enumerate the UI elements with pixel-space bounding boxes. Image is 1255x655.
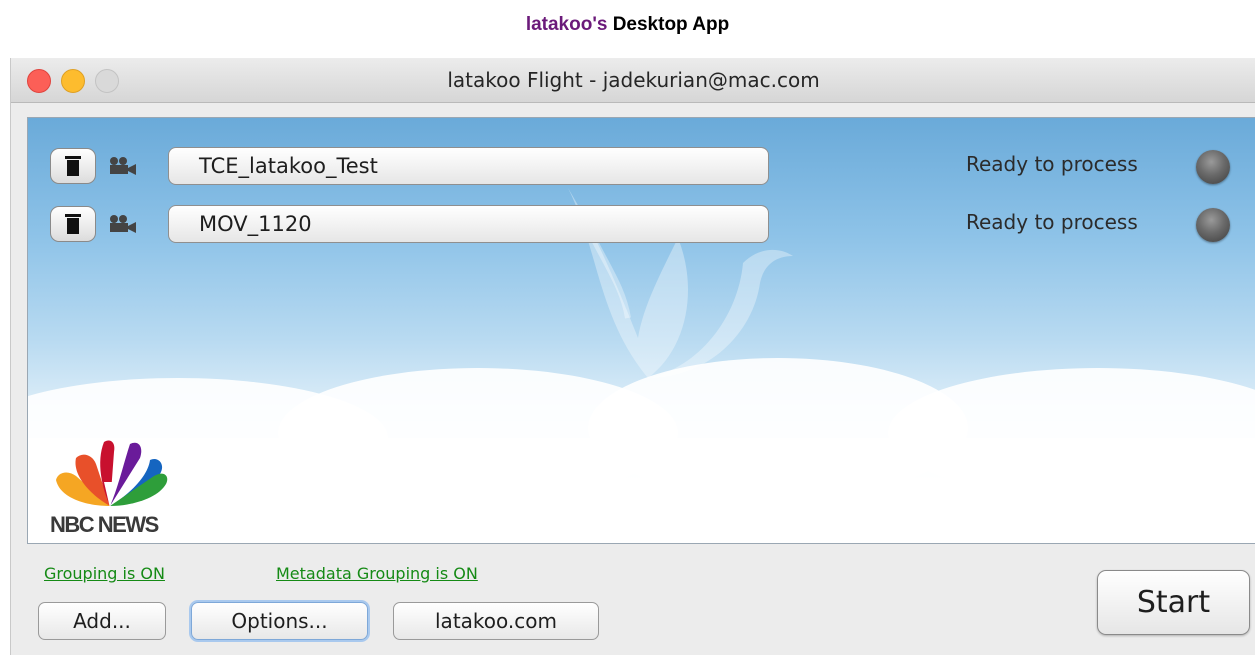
- file-list-panel: TCE_latakoo_Test Ready to process MOV_11…: [27, 117, 1255, 544]
- trash-icon: [65, 156, 81, 176]
- delete-file-button[interactable]: [50, 206, 96, 242]
- file-row: TCE_latakoo_Test Ready to process: [28, 147, 1255, 188]
- file-name-field[interactable]: TCE_latakoo_Test: [168, 147, 769, 185]
- status-indicator-icon: [1196, 150, 1230, 184]
- page-heading: latakoo's Desktop App: [0, 14, 1255, 36]
- video-camera-icon: [110, 157, 136, 175]
- nbc-news-logo-text: NBC NEWS: [50, 512, 159, 537]
- metadata-grouping-toggle-link[interactable]: Metadata Grouping is ON: [276, 564, 478, 583]
- app-window: latakoo Flight - jadekurian@mac.com TCE_…: [10, 58, 1255, 655]
- file-status: Ready to process: [966, 210, 1138, 234]
- add-button[interactable]: Add...: [38, 602, 166, 640]
- window-title: latakoo Flight - jadekurian@mac.com: [447, 68, 820, 92]
- delete-file-button[interactable]: [50, 148, 96, 184]
- video-camera-icon: [110, 215, 136, 233]
- trash-icon: [65, 214, 81, 234]
- file-name-field[interactable]: MOV_1120: [168, 205, 769, 243]
- grouping-toggle-link[interactable]: Grouping is ON: [44, 564, 165, 583]
- heading-rest: Desktop App: [612, 14, 730, 35]
- file-row: MOV_1120 Ready to process: [28, 205, 1255, 246]
- file-status: Ready to process: [966, 152, 1138, 176]
- status-indicator-icon: [1196, 208, 1230, 242]
- options-button[interactable]: Options...: [191, 602, 368, 640]
- title-bar: latakoo Flight - jadekurian@mac.com: [11, 58, 1255, 103]
- start-button[interactable]: Start: [1097, 570, 1250, 635]
- background-cloud: [28, 438, 1255, 543]
- heading-brand: latakoo's: [525, 14, 608, 35]
- latakoo-website-button[interactable]: latakoo.com: [393, 602, 599, 640]
